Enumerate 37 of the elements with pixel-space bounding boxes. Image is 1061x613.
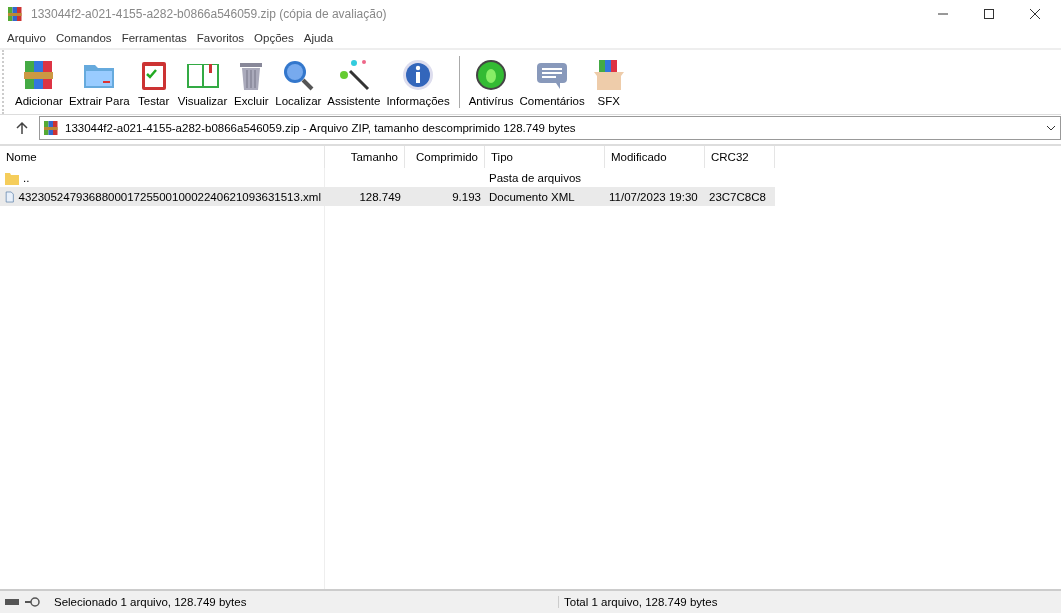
menu-item[interactable]: Ferramentas <box>116 32 192 44</box>
toolbar-button[interactable]: Excluir <box>230 57 273 107</box>
table-cell: Pasta de arquivos <box>489 171 582 184</box>
menu-item[interactable]: Opções <box>249 32 299 44</box>
status-text: Total 1 arquivo, 128.749 bytes <box>558 596 718 608</box>
table-cell: .. <box>23 171 30 184</box>
status-text: Selecionado 1 arquivo, 128.749 bytes <box>54 596 248 608</box>
table-cell: 43230524793688000172550010002240621093631513.xml <box>18 190 321 203</box>
menu-item[interactable]: Comandos <box>51 32 117 44</box>
column-header[interactable]: Nome <box>0 146 325 168</box>
menu-item[interactable]: Arquivo <box>2 32 51 44</box>
table-cell: Documento XML <box>489 190 575 203</box>
file-row[interactable]: 43230524793688000172550010002240621093631513.xml 128.749 9.193 Documento XML 11/07/2023 19:30 23C7C8C8 <box>0 187 775 206</box>
toolbar-button[interactable]: Testar <box>132 57 175 107</box>
table-cell: 23C7C8C8 <box>709 190 766 203</box>
toolbar-button[interactable]: Antivírus <box>465 57 517 107</box>
table-cell: 128.749 <box>359 190 401 203</box>
file-row[interactable]: .. Pasta de arquivos <box>0 168 775 187</box>
toolbar-button[interactable]: Comentários <box>516 57 588 107</box>
column-header[interactable]: CRC32 <box>705 146 775 168</box>
column-header[interactable]: Tamanho <box>325 146 405 168</box>
toolbar-button[interactable]: Localizar <box>272 57 325 107</box>
menu-item[interactable]: Ajuda <box>298 32 339 44</box>
table-cell: 11/07/2023 19:30 <box>609 190 698 203</box>
toolbar-button[interactable]: Extrair Para <box>65 57 133 107</box>
column-header[interactable]: Comprimido <box>405 146 485 168</box>
menu-item[interactable]: Favoritos <box>191 32 250 44</box>
column-header[interactable]: Tipo <box>485 146 605 168</box>
toolbar-button[interactable]: Adicionar <box>12 57 66 107</box>
toolbar-button[interactable]: SFX <box>587 57 630 107</box>
toolbar-button[interactable]: Visualizar <box>174 57 231 107</box>
address-field[interactable]: 133044f2-a021-4155-a282-b0866a546059.zip - Arquivo ZIP, tamanho descomprimido 128.749 bytes <box>39 116 1061 140</box>
table-cell: 9.193 <box>452 190 481 203</box>
toolbar-button[interactable]: Informações <box>383 57 453 107</box>
toolbar-button[interactable]: Assistente <box>324 57 384 107</box>
column-header[interactable]: Modificado <box>605 146 705 168</box>
window-title: 133044f2-a021-4155-a282-b0866a546059.zip (cópia de avaliação) <box>31 7 387 21</box>
